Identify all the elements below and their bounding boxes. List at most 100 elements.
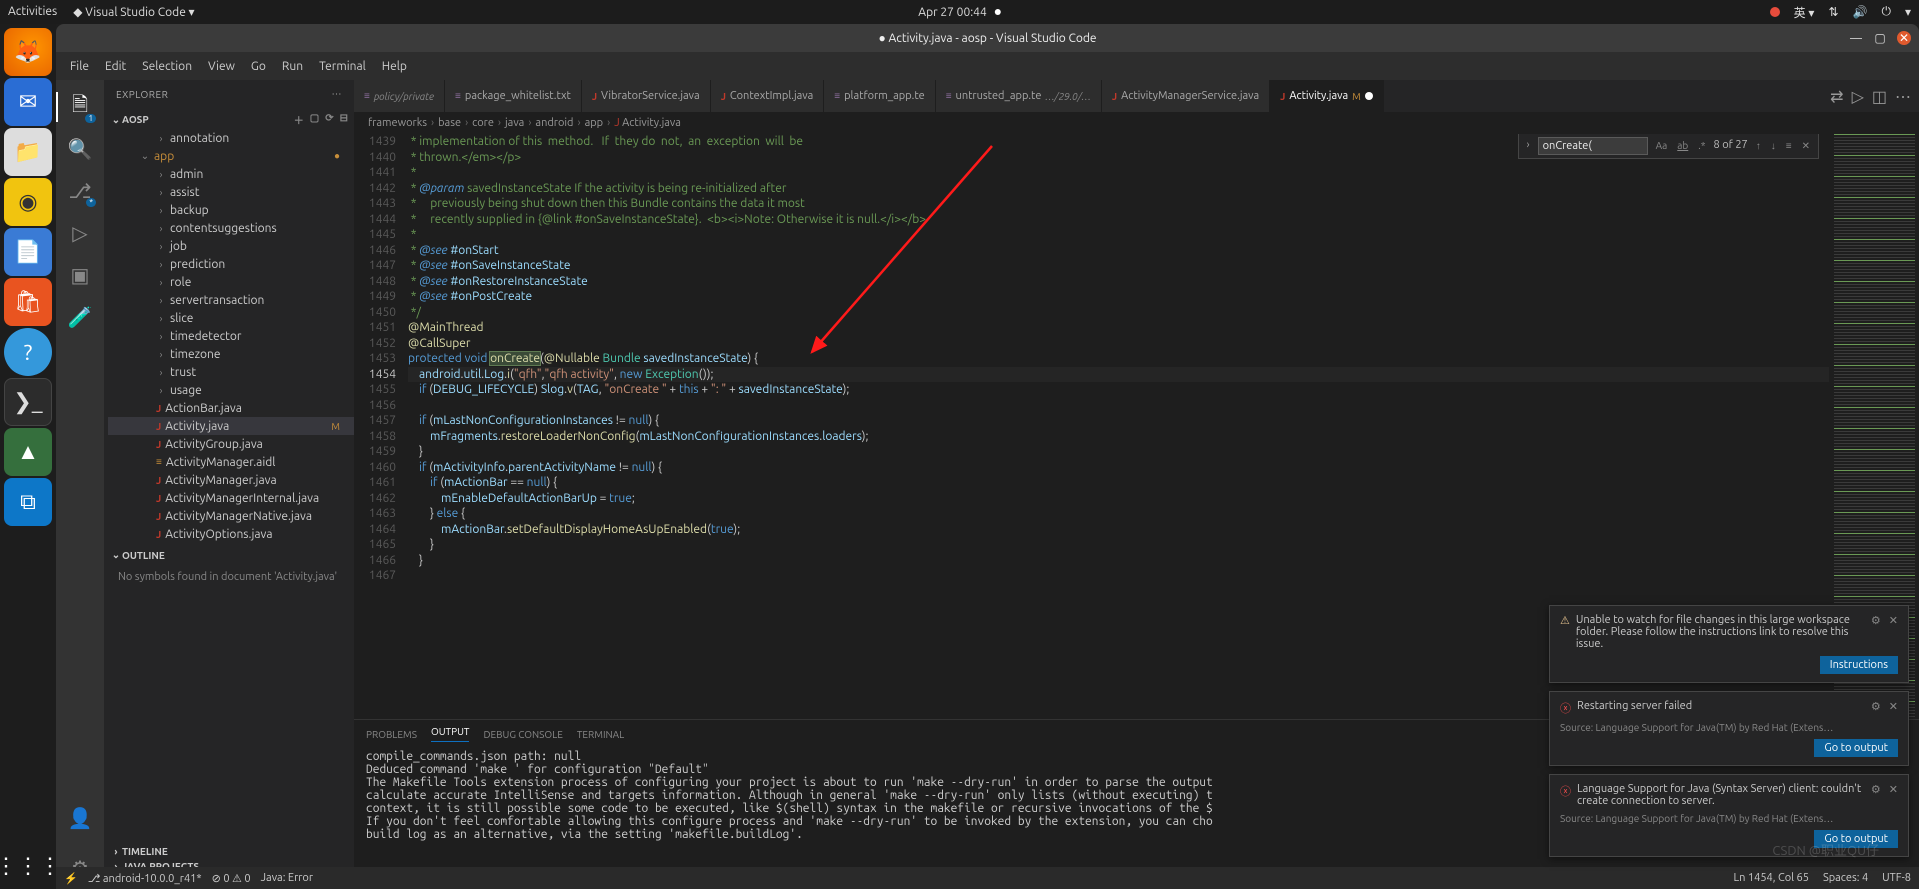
notif-action-button[interactable]: Go to output bbox=[1814, 830, 1898, 848]
sidebar-section-timeline[interactable]: ›TIMELINE bbox=[104, 844, 354, 859]
tree-item-servertransaction[interactable]: ›servertransaction bbox=[108, 291, 354, 309]
tree-item-prediction[interactable]: ›prediction bbox=[108, 255, 354, 273]
panel-tab-terminal[interactable]: TERMINAL bbox=[577, 729, 624, 740]
tab-action-run-icon[interactable]: ▷ bbox=[1852, 87, 1864, 106]
notif-gear-icon[interactable]: ⚙ bbox=[1871, 783, 1881, 796]
status-branch[interactable]: ⎇ android-10.0.0_r41* bbox=[88, 872, 202, 885]
collapse-icon[interactable]: ⊟ bbox=[340, 112, 348, 127]
panel-tab-output[interactable]: OUTPUT bbox=[431, 726, 470, 742]
menu-view[interactable]: View bbox=[202, 58, 241, 75]
window-maximize-button[interactable]: ▢ bbox=[1873, 31, 1887, 45]
activity-explorer[interactable]: 🗎1 bbox=[56, 86, 104, 128]
menu-edit[interactable]: Edit bbox=[99, 58, 132, 75]
network-icon[interactable]: ⇅ bbox=[1828, 5, 1838, 19]
tab-action-diff-icon[interactable]: ⇄ bbox=[1830, 87, 1843, 106]
tree-item-timedetector[interactable]: ›timedetector bbox=[108, 327, 354, 345]
tab-activitymanagerservice-java[interactable]: JActivityManagerService.java bbox=[1102, 80, 1270, 112]
menu-file[interactable]: File bbox=[64, 58, 95, 75]
notif-close-icon[interactable]: ✕ bbox=[1889, 783, 1898, 796]
tree-item-backup[interactable]: ›backup bbox=[108, 201, 354, 219]
activities-button[interactable]: Activities bbox=[8, 5, 57, 19]
menu-run[interactable]: Run bbox=[276, 58, 309, 75]
tree-item-activity-java[interactable]: JActivity.javaM bbox=[108, 417, 354, 435]
notif-close-icon[interactable]: ✕ bbox=[1889, 700, 1898, 713]
window-minimize-button[interactable]: — bbox=[1849, 31, 1863, 45]
panel-tab-problems[interactable]: PROBLEMS bbox=[366, 729, 417, 740]
power-icon[interactable]: ⏻ bbox=[1881, 5, 1891, 19]
find-case-icon[interactable]: Aa bbox=[1654, 138, 1670, 154]
dock-thunderbird[interactable]: ✉ bbox=[4, 78, 52, 126]
sidebar-more-icon[interactable]: ⋯ bbox=[332, 88, 343, 100]
tree-item-contentsuggestions[interactable]: ›contentsuggestions bbox=[108, 219, 354, 237]
tree-item-annotation[interactable]: ›annotation bbox=[108, 129, 354, 147]
find-regex-icon[interactable]: .* bbox=[1696, 138, 1707, 154]
menu-go[interactable]: Go bbox=[245, 58, 272, 75]
tree-item-admin[interactable]: ›admin bbox=[108, 165, 354, 183]
menu-terminal[interactable]: Terminal bbox=[313, 58, 372, 75]
refresh-icon[interactable]: ⟳ bbox=[325, 112, 333, 127]
appmenu-button[interactable]: ◆ Visual Studio Code ▾ bbox=[73, 5, 194, 19]
status-problems[interactable]: ⊘ 0 ⚠ 0 bbox=[212, 872, 251, 885]
tree-item-role[interactable]: ›role bbox=[108, 273, 354, 291]
tab-contextimpl-java[interactable]: JContextImpl.java bbox=[711, 80, 825, 112]
dock-terminal[interactable]: ❯_ bbox=[4, 378, 52, 426]
status-remote-icon[interactable]: ⚡ bbox=[64, 872, 78, 885]
tree-item-assist[interactable]: ›assist bbox=[108, 183, 354, 201]
tree-item-activitymanager-aidl[interactable]: ≡ActivityManager.aidl bbox=[108, 453, 354, 471]
menu-help[interactable]: Help bbox=[376, 58, 413, 75]
tab-action-split-icon[interactable]: ◫ bbox=[1872, 87, 1887, 106]
tree-item-activitymanager-java[interactable]: JActivityManager.java bbox=[108, 471, 354, 489]
dock-files[interactable]: 📁 bbox=[4, 128, 52, 176]
notif-action-button[interactable]: Go to output bbox=[1814, 739, 1898, 757]
sidebar-section-aosp[interactable]: ⌄AOSP ＋▢⟳⊟ bbox=[104, 110, 354, 129]
find-expand-icon[interactable]: › bbox=[1525, 138, 1532, 154]
tree-item-app[interactable]: ⌄app● bbox=[108, 147, 354, 165]
tree-item-slice[interactable]: ›slice bbox=[108, 309, 354, 327]
tree-item-usage[interactable]: ›usage bbox=[108, 381, 354, 399]
status-encoding[interactable]: UTF-8 bbox=[1882, 872, 1911, 884]
activity-account[interactable]: 👤 bbox=[56, 797, 104, 839]
activity-test[interactable]: 🧪 bbox=[56, 296, 104, 338]
tree-item-activityoptions-java[interactable]: JActivityOptions.java bbox=[108, 525, 354, 543]
status-cursor-pos[interactable]: Ln 1454, Col 65 bbox=[1734, 872, 1809, 884]
ime-indicator[interactable]: 英 ▾ bbox=[1794, 4, 1815, 21]
dock-writer[interactable]: 📄 bbox=[4, 228, 52, 276]
new-folder-icon[interactable]: ▢ bbox=[310, 112, 319, 127]
find-selection-icon[interactable]: ≡ bbox=[1784, 138, 1794, 154]
tab-package_whitelist-txt[interactable]: ≡package_whitelist.txt bbox=[445, 80, 582, 112]
notif-gear-icon[interactable]: ⚙ bbox=[1871, 614, 1881, 627]
dock-help[interactable]: ? bbox=[4, 328, 52, 376]
tab-action-more-icon[interactable]: ⋯ bbox=[1895, 87, 1911, 106]
notif-gear-icon[interactable]: ⚙ bbox=[1871, 700, 1881, 713]
window-close-button[interactable]: ✕ bbox=[1897, 31, 1911, 45]
menu-selection[interactable]: Selection bbox=[136, 58, 198, 75]
tab-vibratorservice-java[interactable]: JVibratorService.java bbox=[582, 80, 711, 112]
dock-show-apps[interactable]: ⋮⋮⋮ bbox=[0, 853, 61, 879]
notif-close-icon[interactable]: ✕ bbox=[1889, 614, 1898, 627]
status-indent[interactable]: Spaces: 4 bbox=[1823, 872, 1868, 884]
tree-item-actionbar-java[interactable]: JActionBar.java bbox=[108, 399, 354, 417]
find-input[interactable] bbox=[1538, 137, 1648, 155]
panel-tab-debug-console[interactable]: DEBUG CONSOLE bbox=[483, 729, 562, 740]
tab-platform_app-te[interactable]: ≡platform_app.te bbox=[824, 80, 935, 112]
find-word-icon[interactable]: ab bbox=[1675, 138, 1690, 154]
dock-software[interactable]: 🛍 bbox=[4, 278, 52, 326]
tree-item-trust[interactable]: ›trust bbox=[108, 363, 354, 381]
notif-action-button[interactable]: Instructions bbox=[1820, 656, 1898, 674]
dock-android-studio[interactable]: ▲ bbox=[4, 428, 52, 476]
tree-item-job[interactable]: ›job bbox=[108, 237, 354, 255]
find-next-icon[interactable]: ↓ bbox=[1769, 138, 1778, 154]
activity-search[interactable]: 🔍 bbox=[56, 128, 104, 170]
find-prev-icon[interactable]: ↑ bbox=[1754, 138, 1763, 154]
new-file-icon[interactable]: ＋ bbox=[294, 112, 304, 127]
dock-rhythmbox[interactable]: ◉ bbox=[4, 178, 52, 226]
status-java[interactable]: Java: Error bbox=[261, 872, 313, 884]
tab-policy-private[interactable]: ≡policy/private bbox=[354, 80, 445, 112]
system-menu-chevron-icon[interactable]: ▾ bbox=[1905, 5, 1911, 19]
volume-icon[interactable]: 🔊 bbox=[1853, 5, 1868, 19]
tree-item-activitygroup-java[interactable]: JActivityGroup.java bbox=[108, 435, 354, 453]
breadcrumb[interactable]: frameworks›base›core›java›android›app›J … bbox=[354, 112, 1919, 134]
tab-activity-java[interactable]: JActivity.java M bbox=[1270, 80, 1384, 112]
sidebar-section-outline[interactable]: ⌄OUTLINE bbox=[104, 547, 354, 563]
activity-extensions[interactable]: ▣ bbox=[56, 254, 104, 296]
